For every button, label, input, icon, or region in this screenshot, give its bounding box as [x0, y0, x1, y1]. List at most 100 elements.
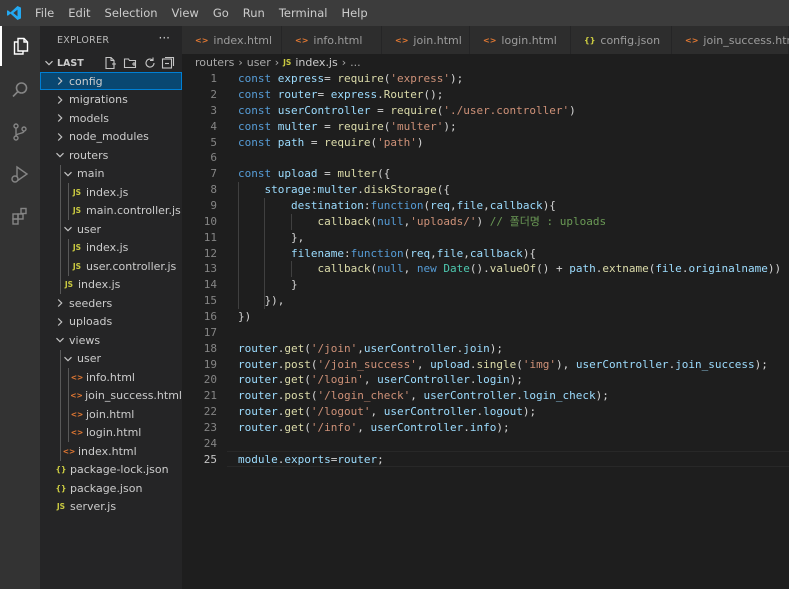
code-token: . [377, 88, 384, 102]
tree-item-join-success-html[interactable]: <> join_success.html [40, 387, 182, 405]
workspace-root[interactable]: LAST [40, 55, 182, 72]
code-line: }, [238, 230, 304, 246]
code-token: } [238, 278, 298, 292]
tree-item-label: user [77, 352, 101, 365]
code-token: file [436, 246, 464, 260]
code-line: const multer = require('multer'); [238, 119, 457, 135]
code-editor[interactable]: 1 2 3 4 5 6 7 8 9 10 11 12 13 14 15 16 17 18 19 20 21 22 23 24 2… [182, 71, 789, 589]
code-token: callback [317, 214, 371, 228]
tree-item-main[interactable]: main [40, 165, 182, 183]
tree-item-index-js[interactable]: JS index.js [40, 276, 182, 294]
refresh-icon[interactable] [143, 56, 157, 70]
new-file-icon[interactable] [103, 56, 117, 70]
tree-item-user[interactable]: user [40, 220, 182, 238]
code-line: destination:function(req,file,callback){ [238, 198, 556, 214]
tree-item-uploads[interactable]: uploads [40, 313, 182, 331]
tree-item-main-controller-js[interactable]: JS main.controller.js [40, 202, 182, 220]
tree-item-user[interactable]: user [40, 350, 182, 368]
menu-go[interactable]: Go [206, 0, 236, 26]
code-token: router [238, 389, 278, 403]
code-token: exports [284, 452, 331, 466]
code-line: }), [238, 293, 284, 309]
tab-login-html[interactable]: <> login.html [470, 26, 571, 54]
line-number: 13 [203, 262, 217, 276]
breadcrumb-item-user[interactable]: user [247, 56, 271, 69]
code-token: require [337, 72, 384, 86]
code-token: ) [476, 214, 490, 228]
code-line: const upload = multer({ [238, 166, 390, 182]
code-token: userController [363, 341, 457, 355]
tree-item-migrations[interactable]: migrations [40, 91, 182, 109]
tab-join-success-html[interactable]: <> join_success.html [672, 26, 789, 54]
tree-item-index-js[interactable]: JS index.js [40, 183, 182, 201]
code-token: Router [383, 88, 424, 102]
code-token: = [324, 72, 338, 86]
code-token: . [463, 420, 470, 434]
chevron-down-icon [62, 223, 74, 235]
code-token: . [516, 389, 523, 403]
workspace-root-label: LAST [57, 58, 84, 69]
tree-item-seeders[interactable]: seeders [40, 294, 182, 312]
menu-run[interactable]: Run [236, 0, 272, 26]
tree-item-package-json[interactable]: {} package.json [40, 479, 182, 497]
tree-item-package-lock-json[interactable]: {} package-lock.json [40, 461, 182, 479]
code-token: '/login_check' [317, 389, 411, 403]
indent-guide [264, 198, 266, 309]
js-file-icon: JS [72, 261, 82, 271]
search-activity-icon[interactable] [0, 70, 40, 110]
tree-item-routers[interactable]: routers [40, 146, 182, 164]
extensions-activity-icon[interactable] [0, 196, 40, 236]
code-token: , [370, 405, 384, 419]
breadcrumb-item-routers[interactable]: routers [195, 56, 234, 69]
menu-view[interactable]: View [165, 0, 206, 26]
code-token: (); [423, 88, 444, 102]
tab-index-html[interactable]: <> index.html [182, 26, 282, 54]
tree-item-config[interactable]: config [40, 72, 182, 90]
code-line: router.get('/info', userController.info)… [238, 420, 510, 436]
code-token: = [317, 119, 338, 133]
html-file-icon: <> [483, 35, 497, 45]
line-number: 2 [210, 88, 217, 102]
title-bar: File Edit Selection View Go Run Terminal Help [0, 0, 789, 26]
html-file-icon: <> [70, 428, 84, 437]
new-folder-icon[interactable] [123, 56, 137, 70]
code-token: filename [290, 246, 344, 260]
breadcrumb-item-file[interactable]: index.js [295, 56, 337, 69]
explorer-activity-icon[interactable] [0, 26, 40, 66]
menu-selection[interactable]: Selection [98, 0, 165, 26]
tree-item-label: main.controller.js [86, 204, 181, 217]
code-token: , [430, 246, 437, 260]
tree-item-views[interactable]: views [40, 331, 182, 349]
code-line: callback(null, new Date().valueOf() + pa… [238, 261, 781, 277]
tab-config-json[interactable]: {} config.json [571, 26, 672, 54]
breadcrumb-item-symbols[interactable]: ... [350, 56, 361, 69]
menu-edit[interactable]: Edit [61, 0, 97, 26]
source-control-activity-icon[interactable] [0, 112, 40, 152]
code-token: originalname [688, 262, 768, 276]
tree-item-info-html[interactable]: <> info.html [40, 368, 182, 386]
tree-item-user-controller-js[interactable]: JS user.controller.js [40, 257, 182, 275]
menu-help[interactable]: Help [334, 0, 374, 26]
tree-item-server-js[interactable]: JS server.js [40, 498, 182, 516]
code-token: 'multer' [390, 119, 444, 133]
menu-terminal[interactable]: Terminal [272, 0, 335, 26]
collapse-all-icon[interactable] [161, 56, 175, 70]
code-token: )) [767, 262, 782, 276]
code-token: userController [575, 357, 669, 371]
code-token: ( [304, 420, 311, 434]
tree-item-node-modules[interactable]: node_modules [40, 128, 182, 146]
code-token: ({ [377, 167, 391, 181]
code-token: const [238, 119, 278, 133]
code-token: () + [536, 262, 570, 276]
more-actions-icon[interactable]: ··· [159, 31, 170, 45]
tree-item-join-html[interactable]: <> join.html [40, 405, 182, 423]
menu-file[interactable]: File [28, 0, 61, 26]
tab-join-html[interactable]: <> join.html [382, 26, 470, 54]
tree-item-index-js[interactable]: JS index.js [40, 239, 182, 257]
tree-item-login-html[interactable]: <> login.html [40, 424, 182, 442]
tab-info-html[interactable]: <> info.html [282, 26, 382, 54]
tree-item-index-html[interactable]: <> index.html [40, 442, 182, 460]
tree-item-models[interactable]: models [40, 109, 182, 127]
run-debug-activity-icon[interactable] [0, 154, 40, 194]
